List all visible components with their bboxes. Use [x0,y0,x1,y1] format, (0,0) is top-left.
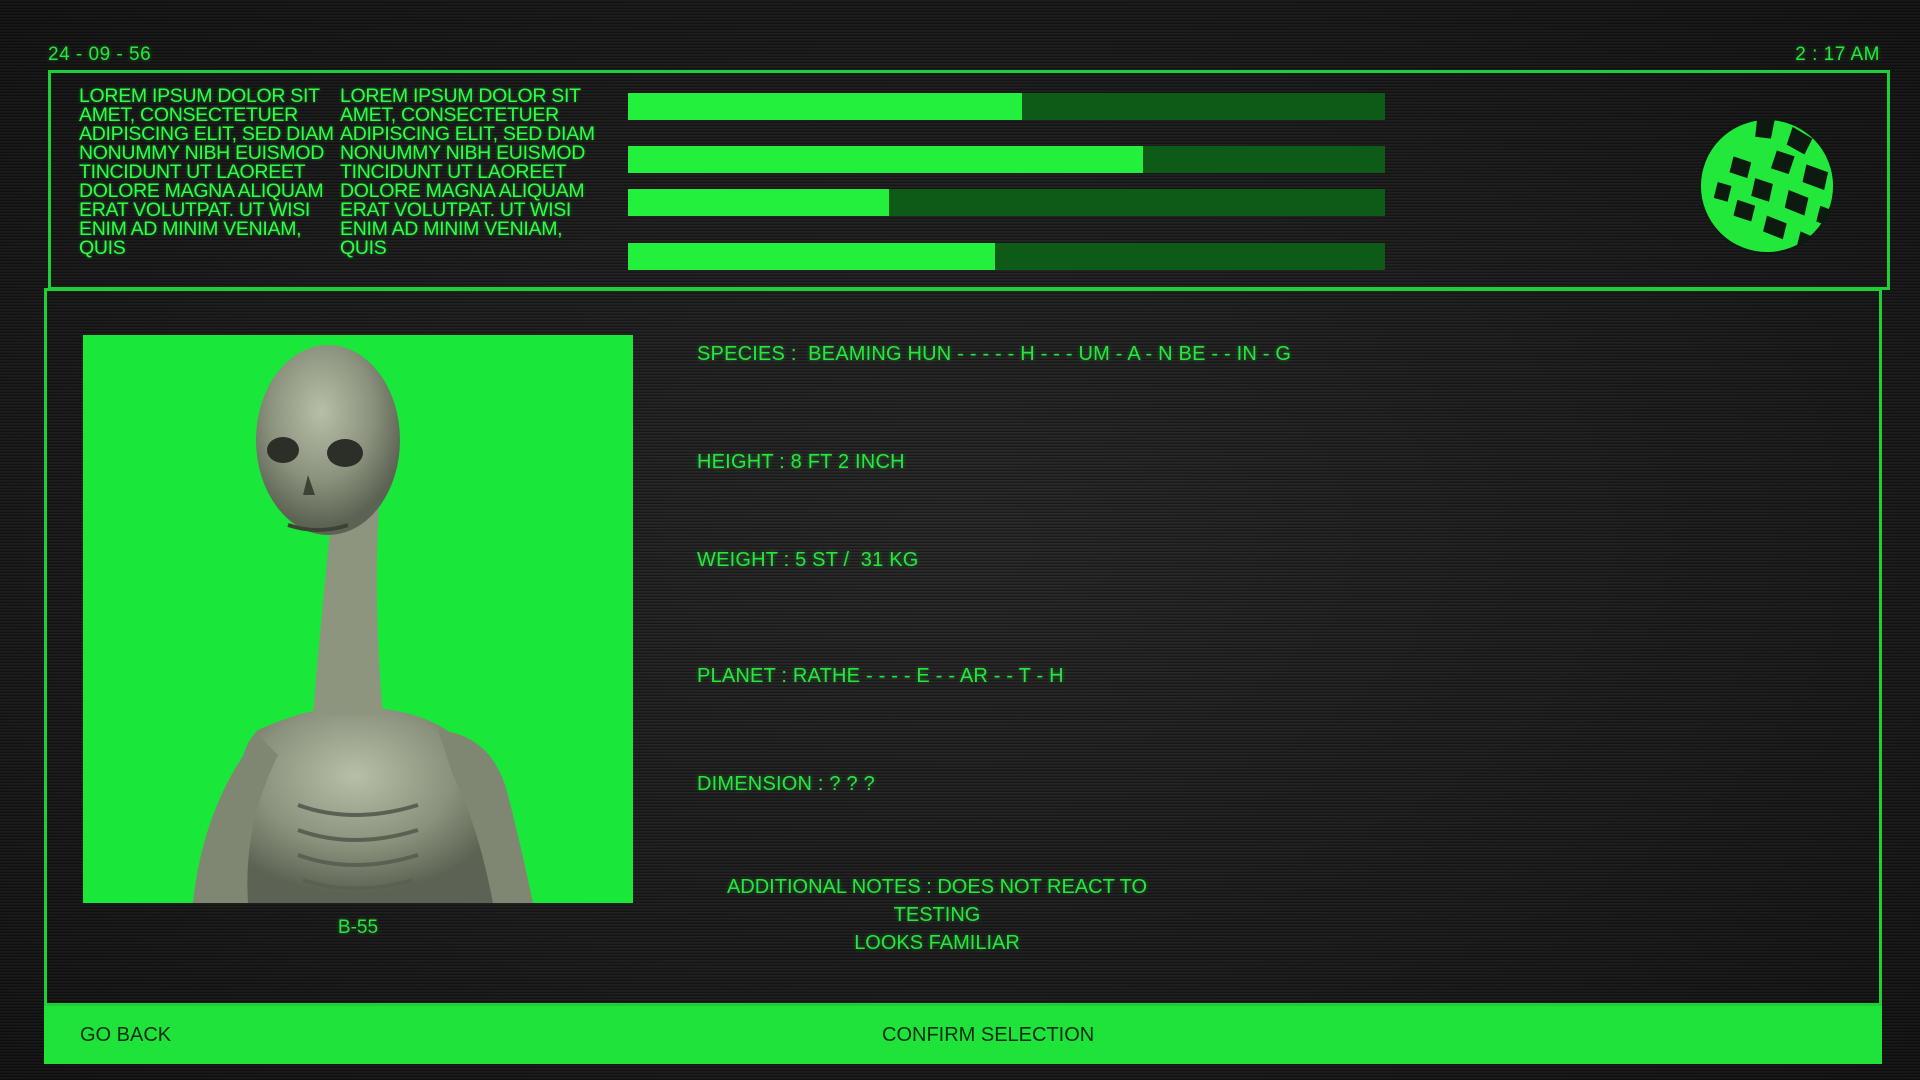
status-bar-fill [628,243,996,270]
go-back-button[interactable]: GO BACK [80,1024,171,1047]
additional-notes: ADDITIONAL NOTES : DOES NOT REACT TO TES… [687,873,1187,957]
confirm-selection-button[interactable]: CONFIRM SELECTION [882,1024,1094,1047]
alien-figure-image [193,345,533,903]
subject-file-panel: B-55 SPECIES : BEAMING HUN - - - - - H -… [44,288,1882,1006]
date-readout: 24 - 09 - 56 [48,44,152,65]
time-readout: 2 : 17 AM [1795,44,1880,65]
status-bar-2 [628,146,1385,173]
dimension-field: DIMENSION : ? ? ? [697,773,875,795]
globe-icon [1698,117,1836,255]
terminal-screen: 24 - 09 - 56 2 : 17 AM LOREM IPSUM DOLOR… [0,0,1920,1080]
weight-field: WEIGHT : 5 ST / 31 KG [697,549,919,571]
status-bar-fill [628,189,890,216]
status-bar-4 [628,243,1385,270]
height-field: HEIGHT : 8 FT 2 INCH [697,451,905,473]
status-bar-fill [628,146,1143,173]
status-bar-3 [628,189,1385,216]
subject-portrait [83,335,633,903]
notes-line-1: ADDITIONAL NOTES : DOES NOT REACT TO TES… [726,876,1148,926]
notes-line-2: LOOKS FAMILIAR [854,932,1020,954]
action-bar: GO BACK CONFIRM SELECTION [44,1006,1882,1064]
status-bar-1 [628,93,1385,120]
status-panel: LOREM IPSUM DOLOR SIT AMET, CONSECTETUER… [48,70,1890,290]
portrait-caption: B-55 [337,917,379,938]
planet-field: PLANET : RATHE - - - - E - - AR - - T - … [697,665,1064,687]
status-bar-fill [628,93,1022,120]
species-field: SPECIES : BEAMING HUN - - - - - H - - - … [697,343,1292,365]
lorem-text-left: LOREM IPSUM DOLOR SIT AMET, CONSECTETUER… [79,85,334,259]
lorem-text-right: LOREM IPSUM DOLOR SIT AMET, CONSECTETUER… [340,85,595,259]
